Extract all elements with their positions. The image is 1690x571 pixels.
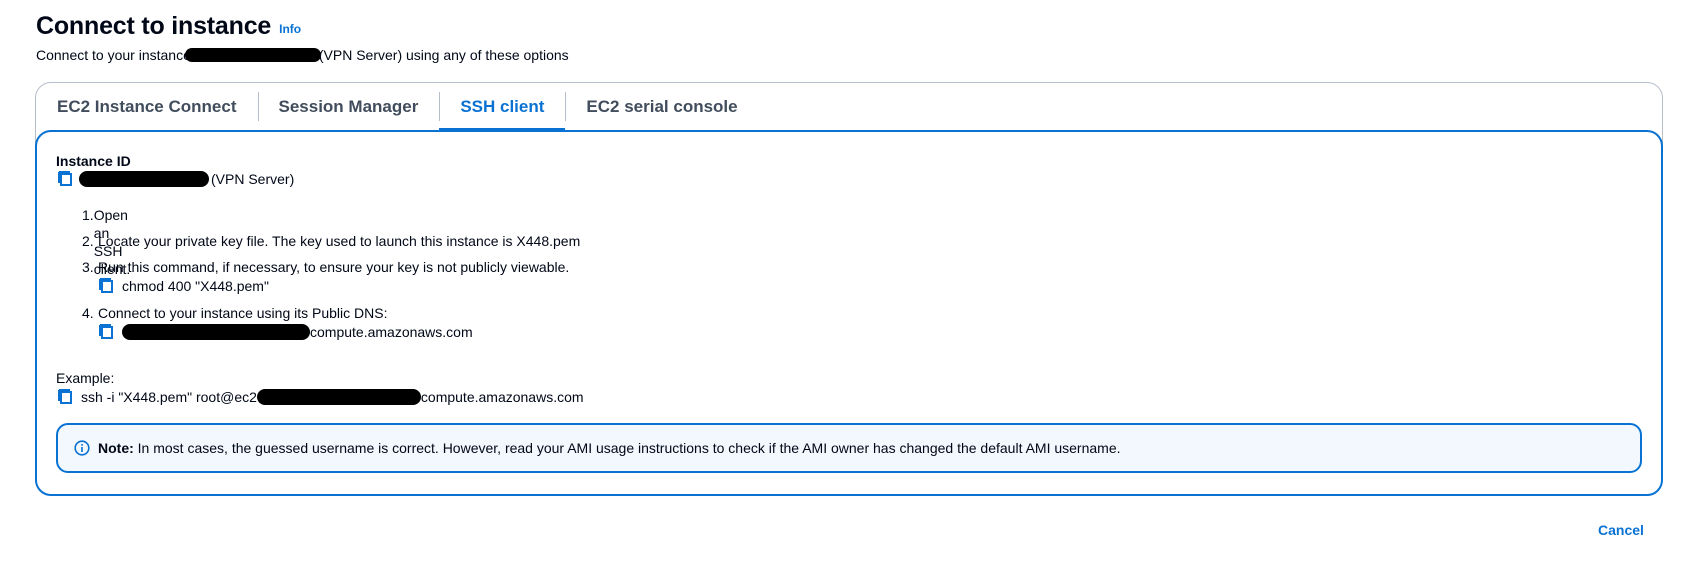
step-2: 2. Locate your private key file. The key… xyxy=(82,232,580,250)
connect-options-container: EC2 Instance Connect Session Manager SSH… xyxy=(35,82,1663,496)
instance-id-suffix: (VPN Server) xyxy=(211,171,295,187)
tab-ec2-serial-console[interactable]: EC2 serial console xyxy=(565,83,758,130)
step-text: Run this command, if necessary, to ensur… xyxy=(98,259,570,275)
info-link[interactable]: Info xyxy=(279,22,301,36)
info-circle-icon xyxy=(74,440,90,456)
subtitle-prefix: Connect to your instance xyxy=(36,47,191,63)
copy-icon[interactable] xyxy=(98,323,116,341)
example-command-suffix: compute.amazonaws.com xyxy=(420,389,584,405)
step-number: 2. xyxy=(82,233,94,249)
redacted-hostname xyxy=(256,389,421,405)
info-alert: Note: In most cases, the guessed usernam… xyxy=(56,423,1642,473)
subtitle-suffix: (VPN Server) using any of these options xyxy=(318,47,569,63)
tab-session-manager[interactable]: Session Manager xyxy=(257,83,440,130)
redacted-instance-id xyxy=(184,48,321,62)
note-text: In most cases, the guessed username is c… xyxy=(137,440,1121,456)
step-number: 4. xyxy=(82,305,94,321)
example-command-row: ssh -i "X448.pem" root@ec2 compute.amazo… xyxy=(57,388,584,406)
step-text: Locate your private key file. The key us… xyxy=(98,233,581,249)
copy-icon[interactable] xyxy=(57,170,75,188)
chmod-command: chmod 400 "X448.pem" xyxy=(122,278,269,294)
tab-list: EC2 Instance Connect Session Manager SSH… xyxy=(36,83,759,132)
tab-ec2-instance-connect[interactable]: EC2 Instance Connect xyxy=(38,83,258,130)
redacted-instance-id xyxy=(79,171,209,187)
copy-icon[interactable] xyxy=(57,388,75,406)
example-label: Example: xyxy=(56,370,115,386)
instance-id-row: (VPN Server) xyxy=(57,170,294,188)
public-dns-row: compute.amazonaws.com xyxy=(98,323,473,341)
tab-ssh-client[interactable]: SSH client xyxy=(439,83,566,132)
public-dns-suffix: compute.amazonaws.com xyxy=(310,324,473,340)
page-title: Connect to instance xyxy=(36,12,272,40)
copy-icon[interactable] xyxy=(98,277,116,295)
page-header: Connect to instance Info xyxy=(36,12,301,41)
instance-id-label: Instance ID xyxy=(56,153,131,169)
ssh-client-panel: Instance ID (VPN Server) 1. Open an SSH … xyxy=(35,130,1663,496)
note-label: Note: xyxy=(98,440,134,456)
step-4: 4. Connect to your instance using its Pu… xyxy=(82,304,387,322)
chmod-command-row: chmod 400 "X448.pem" xyxy=(98,277,269,295)
page-subtitle: Connect to your instance (VPN Server) us… xyxy=(36,47,569,63)
redacted-public-dns xyxy=(122,324,310,340)
step-number: 3. xyxy=(82,259,94,275)
example-command-prefix: ssh -i "X448.pem" root@ec2 xyxy=(81,389,257,405)
cancel-button[interactable]: Cancel xyxy=(1598,522,1644,538)
step-text: Connect to your instance using its Publi… xyxy=(98,305,388,321)
step-3: 3. Run this command, if necessary, to en… xyxy=(82,258,569,276)
